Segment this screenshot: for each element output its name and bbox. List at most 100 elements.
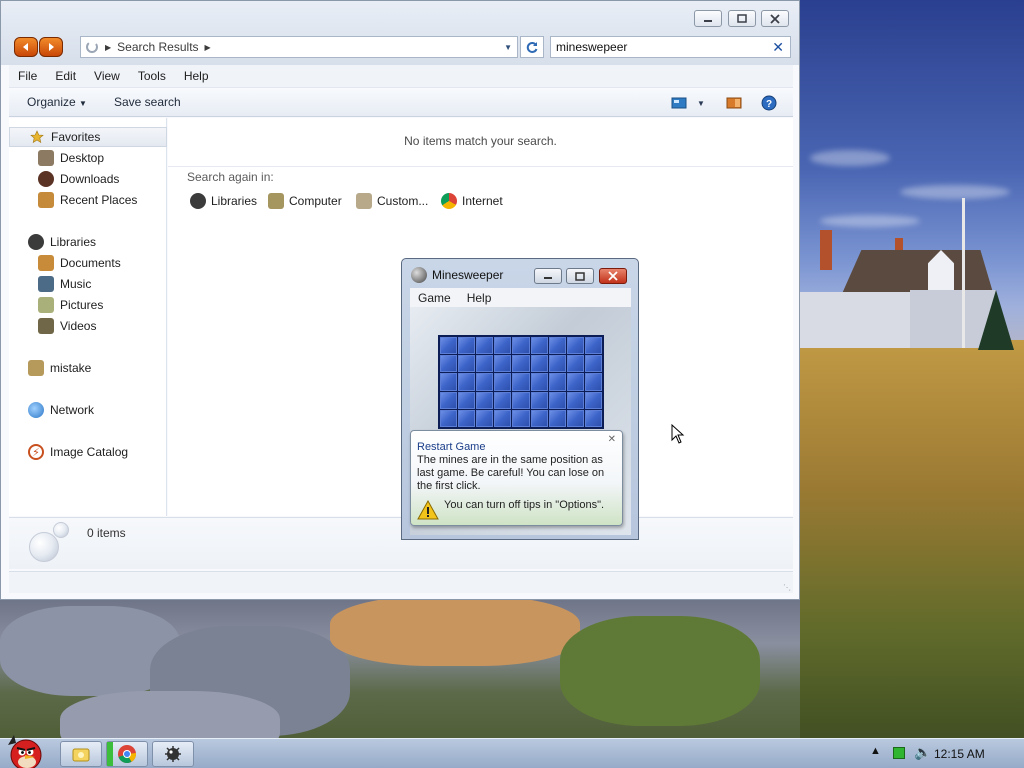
close-button[interactable] bbox=[761, 10, 789, 27]
resize-grip-icon[interactable]: ⋱ bbox=[783, 583, 791, 592]
nav-desktop[interactable]: Desktop bbox=[9, 148, 167, 168]
minefield-grid[interactable] bbox=[438, 335, 604, 429]
menu-help[interactable]: Help bbox=[459, 291, 500, 305]
mine-cell[interactable] bbox=[458, 355, 476, 373]
menu-edit[interactable]: Edit bbox=[46, 69, 85, 83]
search-again-internet[interactable]: Internet bbox=[441, 192, 503, 210]
menu-tools[interactable]: Tools bbox=[129, 69, 175, 83]
breadcrumb-separator-icon[interactable]: ▶ bbox=[105, 43, 111, 52]
tip-close-icon[interactable]: ✕ bbox=[608, 434, 616, 445]
show-hidden-icons-icon[interactable]: ▲ bbox=[870, 745, 881, 757]
mine-cell[interactable] bbox=[584, 391, 602, 409]
mine-cell[interactable] bbox=[548, 355, 566, 373]
mine-cell[interactable] bbox=[476, 337, 494, 355]
help-button[interactable]: ? bbox=[759, 95, 779, 111]
mine-cell[interactable] bbox=[530, 373, 548, 391]
mine-cell[interactable] bbox=[458, 409, 476, 427]
search-again-computer[interactable]: Computer bbox=[268, 192, 342, 210]
volume-icon[interactable]: 🔈 bbox=[914, 744, 931, 761]
menu-view[interactable]: View bbox=[85, 69, 129, 83]
mine-cell[interactable] bbox=[440, 409, 458, 427]
menu-game[interactable]: Game bbox=[410, 291, 459, 305]
mine-cell[interactable] bbox=[512, 355, 530, 373]
minesweeper-close-button[interactable] bbox=[599, 268, 627, 284]
mine-cell[interactable] bbox=[566, 409, 584, 427]
mine-cell[interactable] bbox=[566, 355, 584, 373]
mine-cell[interactable] bbox=[512, 409, 530, 427]
mine-cell[interactable] bbox=[548, 391, 566, 409]
change-view-button[interactable] bbox=[669, 95, 689, 111]
search-input[interactable] bbox=[556, 40, 756, 54]
search-again-libraries[interactable]: Libraries bbox=[190, 192, 257, 210]
mine-cell[interactable] bbox=[440, 373, 458, 391]
mine-cell[interactable] bbox=[530, 355, 548, 373]
battery-icon[interactable] bbox=[893, 747, 905, 759]
search-box[interactable]: ✕ bbox=[550, 36, 791, 58]
nav-downloads[interactable]: Downloads bbox=[9, 169, 167, 189]
nav-videos[interactable]: Videos bbox=[9, 316, 167, 336]
mine-cell[interactable] bbox=[440, 391, 458, 409]
taskbar-minesweeper-button[interactable] bbox=[152, 741, 194, 767]
minesweeper-minimize-button[interactable] bbox=[534, 268, 562, 284]
mine-cell[interactable] bbox=[476, 391, 494, 409]
mine-cell[interactable] bbox=[530, 409, 548, 427]
mine-cell[interactable] bbox=[530, 391, 548, 409]
mine-cell[interactable] bbox=[548, 373, 566, 391]
menu-file[interactable]: File bbox=[9, 69, 46, 83]
back-button[interactable] bbox=[14, 37, 38, 57]
mine-cell[interactable] bbox=[584, 337, 602, 355]
save-search-button[interactable]: Save search bbox=[96, 95, 190, 109]
search-again-custom[interactable]: Custom... bbox=[356, 192, 428, 210]
view-options-dropdown[interactable]: ▼ bbox=[691, 95, 711, 111]
preview-pane-button[interactable] bbox=[724, 95, 744, 111]
mine-cell[interactable] bbox=[566, 373, 584, 391]
minimize-button[interactable] bbox=[694, 10, 722, 27]
nav-pictures[interactable]: Pictures bbox=[9, 295, 167, 315]
mine-cell[interactable] bbox=[494, 409, 512, 427]
menu-help[interactable]: Help bbox=[175, 69, 218, 83]
organize-button[interactable]: Organize ▼ bbox=[9, 95, 96, 109]
mine-cell[interactable] bbox=[548, 337, 566, 355]
minesweeper-maximize-button[interactable] bbox=[566, 268, 594, 284]
address-bar[interactable]: ▶ Search Results ▶ ▼ bbox=[80, 36, 518, 58]
mine-cell[interactable] bbox=[440, 337, 458, 355]
taskbar-explorer-button[interactable] bbox=[60, 741, 102, 767]
mine-cell[interactable] bbox=[494, 391, 512, 409]
mine-cell[interactable] bbox=[584, 355, 602, 373]
breadcrumb-search-results[interactable]: Search Results bbox=[117, 40, 198, 54]
nav-favorites[interactable]: Favorites bbox=[9, 127, 167, 147]
mine-cell[interactable] bbox=[548, 409, 566, 427]
mine-cell[interactable] bbox=[512, 373, 530, 391]
mine-cell[interactable] bbox=[494, 337, 512, 355]
mine-cell[interactable] bbox=[440, 355, 458, 373]
mine-cell[interactable] bbox=[584, 373, 602, 391]
taskbar-chrome-button[interactable] bbox=[106, 741, 148, 767]
nav-documents[interactable]: Documents bbox=[9, 253, 167, 273]
mine-cell[interactable] bbox=[512, 337, 530, 355]
mine-cell[interactable] bbox=[530, 337, 548, 355]
mine-cell[interactable] bbox=[458, 337, 476, 355]
nav-libraries[interactable]: Libraries bbox=[9, 232, 167, 252]
mine-cell[interactable] bbox=[566, 337, 584, 355]
mine-cell[interactable] bbox=[494, 373, 512, 391]
mine-cell[interactable] bbox=[512, 391, 530, 409]
refresh-button[interactable] bbox=[520, 36, 544, 58]
address-dropdown-icon[interactable]: ▼ bbox=[504, 43, 512, 52]
mine-cell[interactable] bbox=[584, 409, 602, 427]
forward-button[interactable] bbox=[39, 37, 63, 57]
clock[interactable]: 12:15 AM bbox=[934, 747, 985, 761]
mine-cell[interactable] bbox=[566, 391, 584, 409]
mine-cell[interactable] bbox=[494, 355, 512, 373]
mine-cell[interactable] bbox=[476, 373, 494, 391]
nav-image-catalog[interactable]: ⚡ Image Catalog bbox=[9, 442, 167, 462]
nav-music[interactable]: Music bbox=[9, 274, 167, 294]
clear-search-icon[interactable]: ✕ bbox=[772, 39, 784, 56]
mine-cell[interactable] bbox=[458, 391, 476, 409]
breadcrumb-chevron-icon[interactable]: ▶ bbox=[205, 43, 211, 52]
nav-recent-places[interactable]: Recent Places bbox=[9, 190, 167, 210]
mine-cell[interactable] bbox=[476, 355, 494, 373]
mine-cell[interactable] bbox=[458, 373, 476, 391]
maximize-button[interactable] bbox=[728, 10, 756, 27]
nav-mistake[interactable]: mistake bbox=[9, 358, 167, 378]
mine-cell[interactable] bbox=[476, 409, 494, 427]
